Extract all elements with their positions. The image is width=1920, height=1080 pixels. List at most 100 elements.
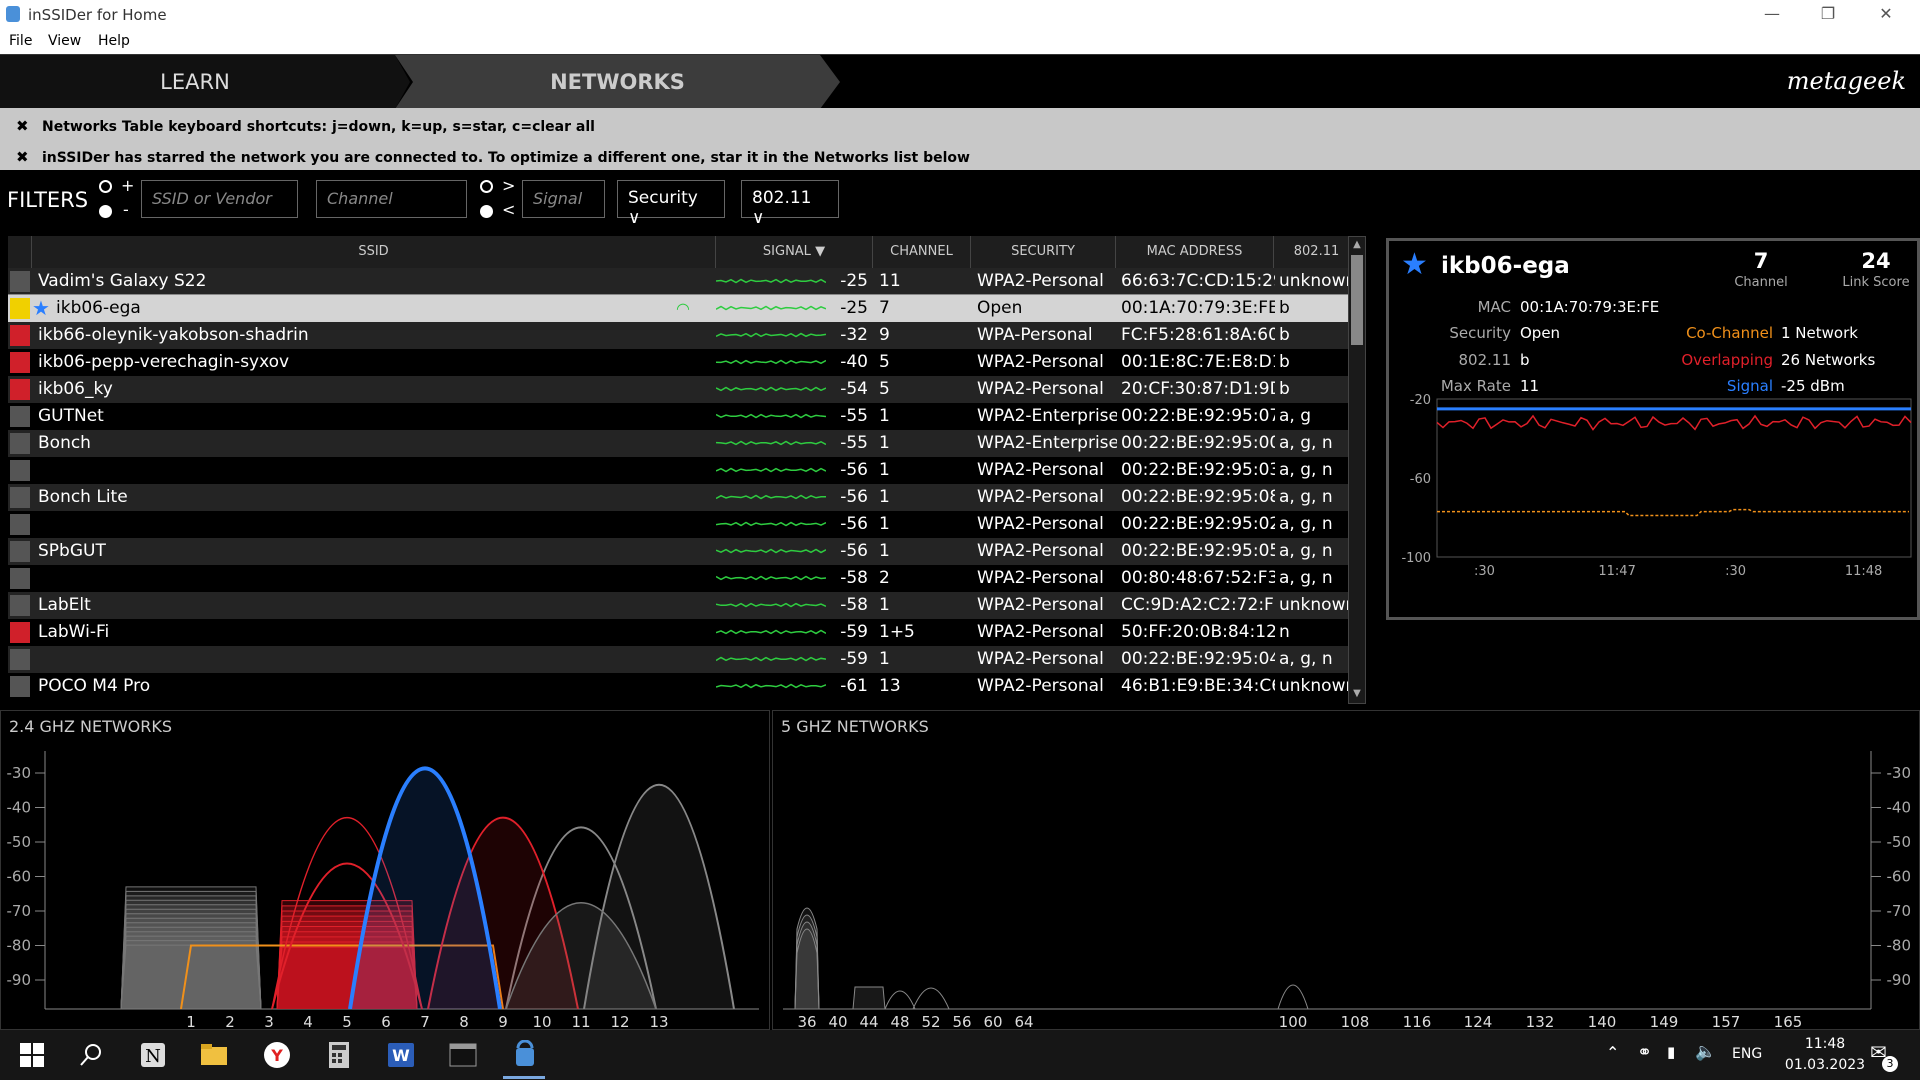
detail-security: Open (1520, 324, 1561, 342)
row-channel: 1 (879, 541, 890, 561)
chevron-up-icon[interactable]: ⌃ (1606, 1043, 1619, 1062)
table-scrollbar[interactable]: ▲ ▼ (1348, 236, 1366, 704)
calculator-icon[interactable] (324, 1040, 354, 1070)
series-overlapping (1436, 414, 1912, 431)
radio-less[interactable] (480, 205, 493, 218)
minimize-button[interactable]: — (1744, 0, 1800, 29)
row-signal: -54 (840, 379, 868, 399)
channel-tick-label: 44 (859, 1013, 878, 1029)
col-signal[interactable]: SIGNAL ▼ (716, 236, 873, 268)
clock-time[interactable]: 11:48 (1792, 1036, 1858, 1052)
dismiss-icon[interactable]: ✖ (16, 148, 42, 166)
channel-tick-label: 10 (532, 1013, 551, 1029)
signal-filter-input[interactable]: Signal (522, 180, 605, 218)
security-filter-select[interactable]: Security ∨ (617, 180, 725, 228)
y-tick-label: -90 (1887, 971, 1912, 989)
col-mac[interactable]: MAC ADDRESS (1116, 236, 1274, 268)
globe-icon[interactable]: ⚭ (1637, 1042, 1652, 1063)
battery-icon[interactable]: ▮ (1667, 1043, 1675, 1061)
channel-tick-label: 108 (1341, 1013, 1370, 1029)
windows-start-icon[interactable] (17, 1040, 47, 1070)
scroll-thumb[interactable] (1351, 255, 1363, 345)
tab-networks[interactable]: NETWORKS (395, 55, 840, 109)
table-row[interactable]: POCO M4 Pro -61 13 WPA2-Personal 46:B1:E9:BE… (8, 673, 1352, 700)
radio-greater[interactable] (480, 180, 493, 193)
row-std: a, g, n (1279, 460, 1333, 480)
row-signal: -58 (840, 568, 868, 588)
gt-label: > (502, 176, 516, 195)
dismiss-icon[interactable]: ✖ (16, 117, 42, 135)
network-trace (120, 944, 262, 1010)
table-row[interactable]: Bonch -55 1 WPA2-Enterprise 00:22:BE:92:95:0… (8, 430, 1352, 457)
channel-tick-label: 100 (1279, 1013, 1308, 1029)
row-mac: 00:80:48:67:52:F3 (1121, 568, 1275, 588)
table-row[interactable]: ikb06_ky -54 5 WPA2-Personal 20:CF:30:87:D1:… (8, 376, 1352, 403)
channel-tick-label: 157 (1712, 1013, 1741, 1029)
row-security: WPA-Personal (977, 325, 1093, 345)
table-row[interactable]: -56 1 WPA2-Personal 00:22:BE:92:95:03 a, g, … (8, 457, 1352, 484)
inssider-app-icon[interactable] (510, 1040, 540, 1070)
table-row[interactable]: -58 2 WPA2-Personal 00:80:48:67:52:F3 a, g, … (8, 565, 1352, 592)
table-row[interactable]: ikb06-pepp-verechagin-syxov -40 5 WPA2-Pers… (8, 349, 1352, 376)
restore-button[interactable]: ❐ (1800, 0, 1856, 29)
dot11-filter-select[interactable]: 802.11 ∨ (741, 180, 839, 228)
radio-include[interactable] (99, 180, 112, 193)
row-mac: FC:F5:28:61:8A:60 (1121, 325, 1275, 345)
table-row[interactable]: ikb66-oleynik-yakobson-shadrin -32 9 WPA-Pe… (8, 322, 1352, 349)
close-button[interactable]: ✕ (1858, 0, 1914, 29)
scroll-down-icon[interactable]: ▼ (1350, 688, 1364, 700)
network-trace (852, 986, 886, 1010)
title-bar: inSSIDer for Home — ❐ ✕ (0, 0, 1920, 29)
table-row[interactable]: LabWi-Fi -59 1+5 WPA2-Personal 50:FF:20:0B:8… (8, 619, 1352, 646)
row-color-swatch (10, 568, 30, 589)
menu-help[interactable]: Help (98, 33, 130, 49)
row-security: WPA2-Personal (977, 352, 1104, 372)
channel-filter-input[interactable]: Channel (316, 180, 467, 218)
volume-icon[interactable]: 🔈 (1695, 1042, 1716, 1062)
table-row[interactable]: ikb06-ega -25 7 Open 00:1A:70:79:3E:FE b ★ ◠ (8, 294, 1352, 323)
row-color-swatch (10, 595, 30, 616)
star-icon[interactable]: ★ (32, 295, 50, 322)
notice-bar: ✖ Networks Table keyboard shortcuts: j=do… (0, 108, 1920, 170)
table-row[interactable]: -56 1 WPA2-Personal 00:22:BE:92:95:02 a, g, … (8, 511, 1352, 538)
table-row[interactable]: Bonch Lite -56 1 WPA2-Personal 00:22:BE:92:9… (8, 484, 1352, 511)
scroll-up-icon[interactable]: ▲ (1350, 239, 1364, 251)
radio-exclude[interactable] (99, 205, 112, 218)
col-channel[interactable]: CHANNEL (873, 236, 971, 268)
table-row[interactable]: SPbGUT -56 1 WPA2-Personal 00:22:BE:92:95:05… (8, 538, 1352, 565)
row-signal: -56 (840, 514, 868, 534)
terminal-icon[interactable] (448, 1040, 478, 1070)
word-icon[interactable]: W (386, 1040, 416, 1070)
col-security[interactable]: SECURITY (971, 236, 1116, 268)
tab-learn[interactable]: LEARN (0, 55, 410, 109)
signal-sparkline (716, 332, 826, 338)
clock-date[interactable]: 01.03.2023 (1770, 1057, 1880, 1073)
row-color-swatch (10, 622, 30, 643)
row-ssid: POCO M4 Pro (38, 676, 151, 696)
table-row[interactable]: -59 1 WPA2-Personal 00:22:BE:92:95:04 a, g, … (8, 646, 1352, 673)
language-indicator[interactable]: ENG (1732, 1046, 1762, 1062)
wifi-connected-icon: ◠ (676, 299, 690, 318)
table-row[interactable]: GUTNet -55 1 WPA2-Enterprise 00:22:BE:92:95:… (8, 403, 1352, 430)
menu-file[interactable]: File (9, 33, 32, 49)
row-std: n (1279, 622, 1290, 642)
x-tick-label: :30 (1474, 564, 1495, 579)
search-icon[interactable] (76, 1040, 106, 1070)
star-icon[interactable]: ★ (1401, 247, 1428, 282)
yandex-browser-icon[interactable]: Y (262, 1040, 292, 1070)
y-tick-label: -50 (1887, 833, 1912, 851)
col-ssid[interactable]: SSID (32, 236, 716, 268)
table-row[interactable]: Vadim's Galaxy S22 -25 11 WPA2-Personal 66:6… (8, 268, 1352, 295)
table-row[interactable]: LabElt -58 1 WPA2-Personal CC:9D:A2:C2:72:F1… (8, 592, 1352, 619)
taskbar: N Y W ⌃ ⚭ ▮ 🔈 ENG 11:48 01.03.2023 ✉ 3 (0, 1030, 1920, 1080)
file-explorer-icon[interactable] (199, 1040, 229, 1070)
row-channel: 1 (879, 487, 890, 507)
channel-tick-label: 140 (1588, 1013, 1617, 1029)
ssid-filter-input[interactable]: SSID or Vendor (141, 180, 298, 218)
notion-app-icon[interactable]: N (138, 1040, 168, 1070)
row-std: a, g, n (1279, 568, 1333, 588)
spectrum-panels: 2.4 GHZ NETWORKS -30 -40 -50 -60 -70 -80 -90 1 2… (0, 710, 1920, 1030)
menu-view[interactable]: View (48, 33, 81, 49)
sort-desc-icon: ▼ (815, 244, 826, 259)
row-ssid: LabWi-Fi (38, 622, 110, 642)
